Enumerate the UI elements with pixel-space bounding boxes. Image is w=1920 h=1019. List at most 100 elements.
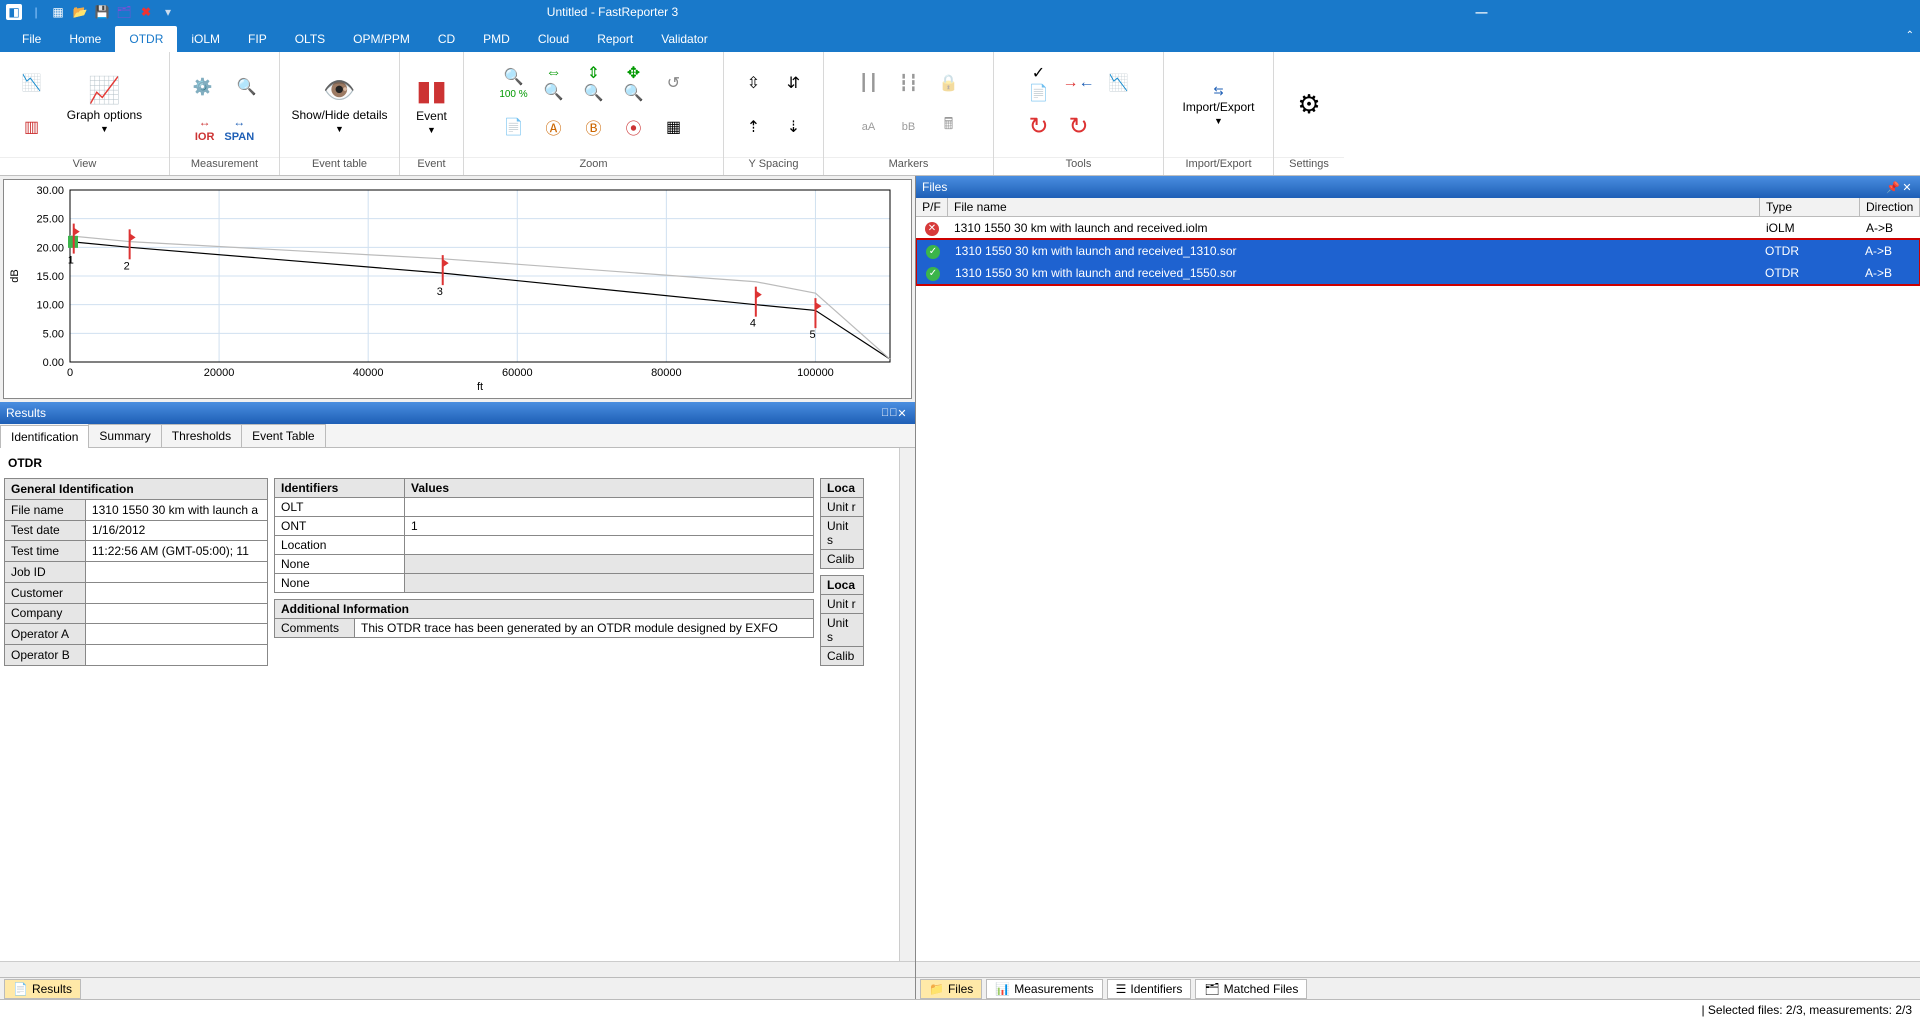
event-icon[interactable]: ▮▮ [416,74,447,107]
span-button[interactable]: ↔SPAN [224,115,254,143]
yspacing-up-icon[interactable]: ⇡ [737,107,771,147]
yspacing-collapse-icon[interactable]: ⇵ [777,63,811,103]
tab-iolm[interactable]: iOLM [177,26,234,52]
files-pin-icon[interactable]: 📌 [1886,181,1900,194]
file-row[interactable]: ✓ 1310 1550 30 km with launch and receiv… [917,240,1919,262]
file-row[interactable]: ✕ 1310 1550 30 km with launch and receiv… [916,217,1920,239]
settings-gear-icon[interactable]: ⚙️ [186,67,220,107]
tools-swap-icon[interactable]: →← [1062,63,1096,103]
col-direction[interactable]: Direction [1860,198,1920,216]
show-hide-dropdown-icon[interactable]: ▼ [335,124,344,134]
zoom-horizontal-icon[interactable]: ⇔🔍 [537,63,571,103]
tab-fip[interactable]: FIP [234,26,281,52]
bottom-tab-files[interactable]: 📁Files [920,979,982,999]
marker-calc-icon[interactable]: 🖩 [932,107,966,147]
gi-row[interactable]: File name1310 1550 30 km with launch a [5,499,268,520]
col-pf[interactable]: P/F [916,198,948,216]
tab-cd[interactable]: CD [424,26,469,52]
col-filename[interactable]: File name [948,198,1760,216]
save-icon[interactable]: 💾 [94,4,110,20]
tab-event-table[interactable]: Event Table [241,424,326,447]
tab-olts[interactable]: OLTS [281,26,339,52]
files-close-icon[interactable]: ✕ [1900,181,1914,194]
close-button[interactable]: ✕ [1474,53,1490,67]
zoom-file-icon[interactable]: 📄 [497,107,531,147]
tools-doc-check-icon[interactable]: ✓📄 [1022,63,1056,103]
tab-otdr[interactable]: OTDR [115,26,177,52]
gi-row[interactable]: Job ID [5,562,268,583]
import-export-dropdown-icon[interactable]: ▼ [1214,116,1223,126]
yspacing-down-icon[interactable]: ⇣ [777,107,811,147]
zoom-undo-icon[interactable]: ↺ [657,63,691,103]
zoom-vertical-icon[interactable]: ⇕🔍 [577,63,611,103]
tools-trace-icon[interactable]: 📉 [1102,63,1136,103]
results-hscroll[interactable] [0,961,915,977]
qat-dropdown-icon[interactable]: ▾ [160,4,176,20]
new-icon[interactable]: ▦ [50,4,66,20]
comments-value[interactable]: This OTDR trace has been generated by an… [355,619,814,638]
marker-lock-icon[interactable]: 🔒 [932,63,966,103]
zoom-both-icon[interactable]: ✥🔍 [617,63,651,103]
zoom-a-marker-icon[interactable]: Ⓐ [537,107,571,147]
marker-aa-button[interactable]: aA [852,107,886,147]
file-menu[interactable]: File [8,28,55,52]
gi-row[interactable]: Company [5,603,268,624]
location-row[interactable]: Unit r [821,595,864,614]
open-icon[interactable]: 📂 [72,4,88,20]
results-close-icon[interactable]: ✕ [895,407,909,420]
event-view-icon[interactable]: ▥ [15,107,49,147]
save-all-icon[interactable]: 🗂 [116,4,132,20]
file-row[interactable]: ✓ 1310 1550 30 km with launch and receiv… [917,262,1919,284]
marker-bb-button[interactable]: bB [892,107,926,147]
bottom-tab-identifiers[interactable]: ☰Identifiers [1107,979,1192,999]
gi-row[interactable]: Operator B [5,645,268,666]
identifier-row[interactable]: OLT [275,498,814,517]
ior-button[interactable]: ↔IOR [195,115,215,143]
close-file-icon[interactable]: ✖ [138,4,154,20]
zoom-b-marker-icon[interactable]: Ⓑ [577,107,611,147]
location-row[interactable]: Unit s [821,517,864,550]
tab-pmd[interactable]: PMD [469,26,524,52]
files-hscroll[interactable] [916,961,1920,977]
tab-identification[interactable]: Identification [0,425,89,448]
tab-validator[interactable]: Validator [647,26,721,52]
zoom-events-icon[interactable]: ⦿ [617,107,651,147]
location-row[interactable]: Unit s [821,614,864,647]
settings-sliders-icon[interactable]: ⚙ [1281,60,1337,150]
zoom-100-button[interactable]: 🔍100 % [497,63,531,103]
zoom-table-icon[interactable]: ▦ [657,107,691,147]
gi-row[interactable]: Test time11:22:56 AM (GMT-05:00); 11 [5,541,268,562]
identifier-row[interactable]: None [275,555,814,574]
graph-options-dropdown-icon[interactable]: ▼ [100,124,109,134]
marker-ab-icon[interactable]: ┃┃ [852,63,886,103]
trace-view-icon[interactable]: 📉 [15,63,49,103]
location-row[interactable]: Calib [821,550,864,569]
results-vscroll[interactable] [899,448,915,961]
identifier-row[interactable]: Location [275,536,814,555]
ribbon-collapse-icon[interactable]: ⌃ [1906,30,1914,41]
bottom-tab-results[interactable]: 📄Results [4,979,81,999]
doc-search-icon[interactable]: 🔍 [230,67,264,107]
location-row[interactable]: Calib [821,647,864,666]
gi-row[interactable]: Customer [5,582,268,603]
identifier-row[interactable]: None [275,574,814,593]
minimize-button[interactable]: — [1474,5,1490,19]
tab-home[interactable]: Home [55,26,115,52]
tools-refresh-red-icon[interactable]: ↻ [1022,107,1056,147]
event-dropdown-icon[interactable]: ▼ [427,125,436,135]
col-type[interactable]: Type [1760,198,1860,216]
gi-row[interactable]: Operator A [5,624,268,645]
bottom-tab-matched[interactable]: 🗂Matched Files [1195,979,1307,999]
tab-cloud[interactable]: Cloud [524,26,583,52]
yspacing-expand-icon[interactable]: ⇳ [737,63,771,103]
location-row[interactable]: Unit r [821,498,864,517]
import-export-icon[interactable]: ⇆ [1213,84,1223,98]
event-table-icon[interactable]: 👁️ [323,75,355,106]
event-label[interactable]: Event [416,109,447,123]
tab-summary[interactable]: Summary [88,424,161,447]
marker-split-icon[interactable]: ┇┇ [892,63,926,103]
results-pin-icon[interactable]: ✖⃒ [881,407,895,419]
tab-report[interactable]: Report [583,26,647,52]
graph-options-label[interactable]: Graph options [67,108,142,122]
identifier-row[interactable]: ONT1 [275,517,814,536]
